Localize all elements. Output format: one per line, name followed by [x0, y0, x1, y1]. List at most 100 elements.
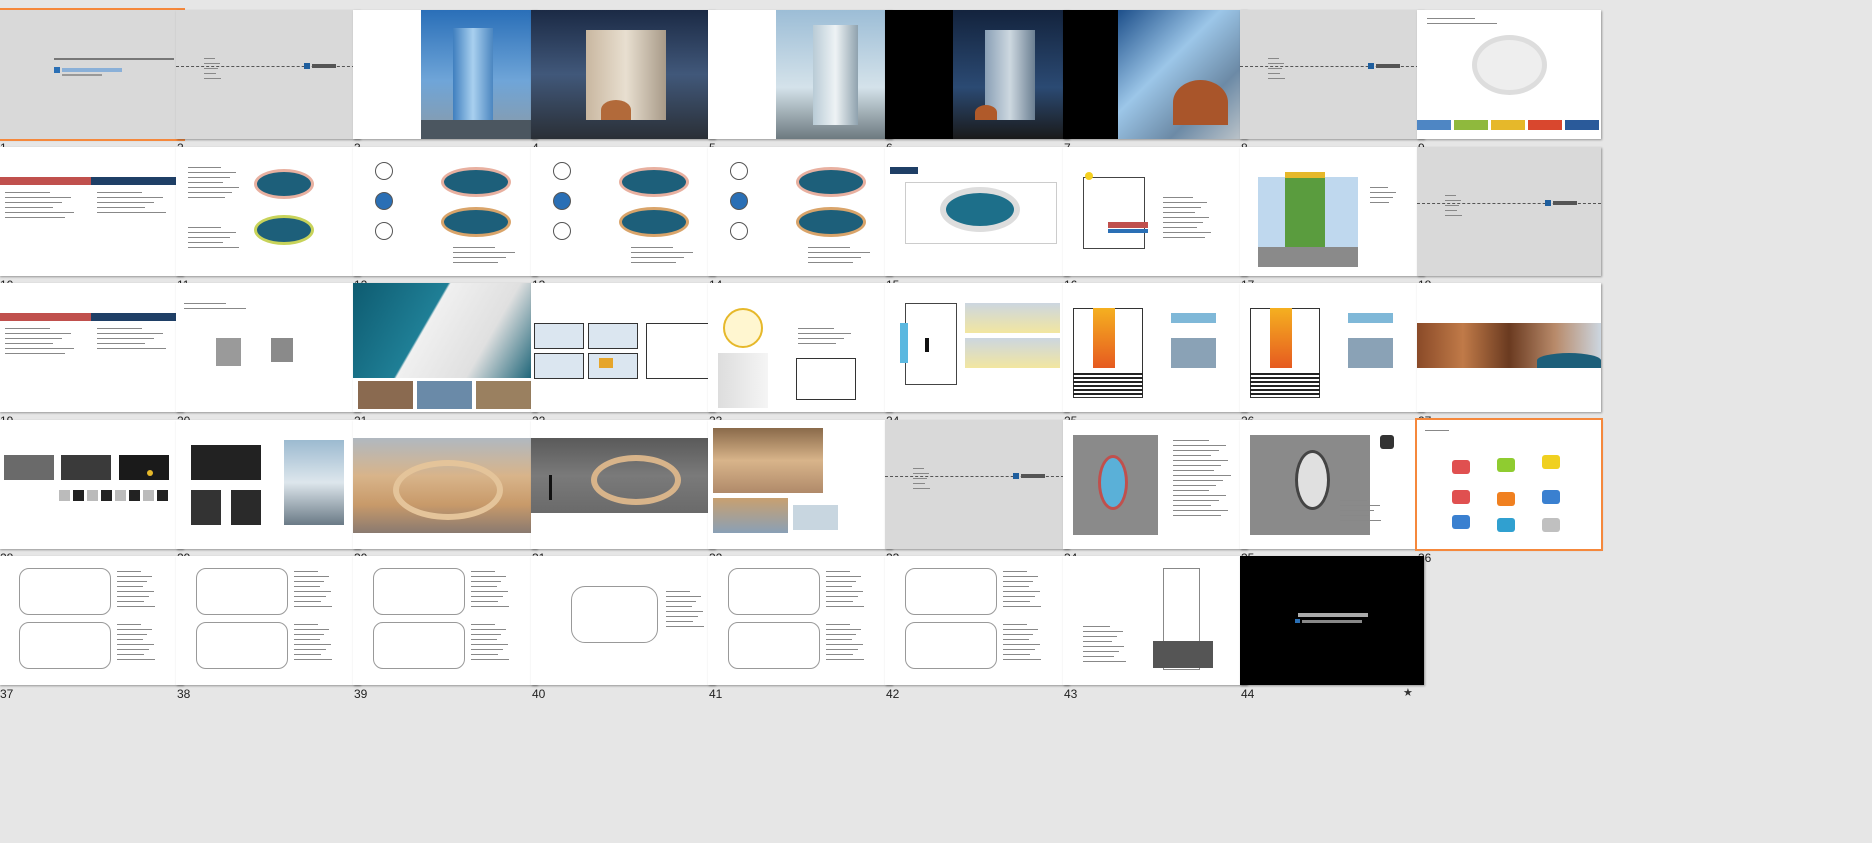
slide-preview[interactable] [531, 420, 715, 549]
slide-preview[interactable] [1240, 283, 1424, 412]
slide-preview[interactable] [1417, 283, 1601, 412]
thumb-graphic [1425, 430, 1449, 431]
slide-thumbnail-43[interactable]: 43 [1062, 546, 1262, 706]
slide-preview[interactable] [176, 420, 360, 549]
thumb-graphic [294, 586, 320, 587]
thumb-graphic [97, 197, 163, 198]
thumb-graphic [294, 571, 318, 572]
slide-preview[interactable] [708, 283, 892, 412]
slide-thumbnail-27[interactable]: 27 [1416, 273, 1616, 433]
thumb-graphic [1173, 475, 1231, 476]
slide-thumbnail-19[interactable]: 19 [0, 273, 198, 433]
slide-preview[interactable] [0, 420, 183, 549]
slide-thumbnail-42[interactable]: 42 [884, 546, 1084, 706]
slide-preview[interactable] [708, 420, 892, 549]
slide-thumbnail-2[interactable]: 2 [175, 0, 375, 160]
slide-preview[interactable] [1063, 420, 1247, 549]
thumb-graphic [143, 490, 154, 501]
slide-preview[interactable] [0, 556, 183, 685]
thumb-graphic [588, 323, 638, 349]
thumb-graphic [5, 217, 65, 218]
slide-thumbnail-3[interactable]: 3 [352, 0, 552, 160]
slide-preview[interactable] [885, 283, 1069, 412]
thumb-graphic [631, 257, 685, 258]
slide-thumbnail-9[interactable]: 9 [1416, 0, 1616, 160]
slide-thumbnail-41[interactable]: 41 [707, 546, 907, 706]
thumb-graphic [5, 207, 53, 208]
slide-preview[interactable] [1063, 283, 1247, 412]
thumb-graphic [1173, 480, 1224, 481]
slide-thumbnail-22[interactable]: 22 [530, 273, 730, 433]
thumb-graphic [666, 591, 690, 592]
slide-preview[interactable] [1240, 556, 1424, 685]
thumb-graphic [1497, 458, 1515, 472]
slide-thumbnail-36[interactable]: 36 [1415, 410, 1616, 570]
slide-preview[interactable] [1417, 147, 1601, 276]
slide-preview[interactable] [885, 556, 1069, 685]
thumb-graphic [62, 68, 122, 72]
slide-thumbnail-5[interactable]: 5 [707, 0, 907, 160]
slide-preview[interactable] [531, 556, 715, 685]
slide-thumbnail-1[interactable]: 1 [0, 0, 198, 160]
thumb-graphic [476, 381, 531, 409]
slide-thumbnail-44[interactable]: 44 ★ [1239, 546, 1439, 706]
slide-thumbnail-20[interactable]: 20 [175, 273, 375, 433]
slide-thumbnail-38[interactable]: 38 [175, 546, 375, 706]
slide-thumbnail-23[interactable]: 23 [707, 273, 907, 433]
slide-preview[interactable] [1415, 418, 1603, 551]
slide-thumbnail-21[interactable]: 21 [352, 273, 552, 433]
slide-preview[interactable] [176, 147, 360, 276]
slide-preview[interactable] [0, 8, 185, 141]
slide-thumbnail-40[interactable]: 40 [530, 546, 730, 706]
slide-preview[interactable] [708, 10, 892, 139]
thumb-graphic [1542, 490, 1560, 504]
slide-preview[interactable] [1063, 10, 1247, 139]
slide-preview[interactable] [1063, 556, 1247, 685]
slide-preview[interactable] [885, 10, 1069, 139]
slide-preview[interactable] [708, 147, 892, 276]
slide-preview[interactable] [176, 283, 360, 412]
thumb-graphic [1003, 586, 1029, 587]
slide-thumbnail-7[interactable]: 7 [1062, 0, 1262, 160]
slide-preview[interactable] [531, 10, 715, 139]
slide-preview[interactable] [1240, 147, 1424, 276]
slide-preview[interactable] [353, 420, 537, 549]
slide-thumbnail-39[interactable]: 39 [352, 546, 552, 706]
slide-preview[interactable] [531, 283, 715, 412]
star-icon[interactable]: ★ [1403, 686, 1413, 699]
slide-preview[interactable] [1063, 147, 1247, 276]
thumb-graphic [826, 581, 857, 582]
slide-preview[interactable] [1240, 10, 1424, 139]
slide-preview[interactable] [708, 556, 892, 685]
thumb-graphic [1163, 237, 1205, 238]
slide-preview[interactable] [885, 147, 1069, 276]
slide-preview[interactable] [353, 556, 537, 685]
slide-preview[interactable] [0, 147, 183, 276]
thumb-graphic [1302, 620, 1362, 623]
slide-preview[interactable] [353, 147, 537, 276]
slide-preview[interactable] [531, 147, 715, 276]
slide-preview[interactable] [176, 556, 360, 685]
thumb-graphic [913, 473, 929, 474]
slide-thumbnail-26[interactable]: 26 [1239, 273, 1439, 433]
slide-thumbnail-37[interactable]: 37 [0, 546, 198, 706]
slide-preview[interactable] [1417, 10, 1601, 139]
slide-preview[interactable] [885, 420, 1069, 549]
thumb-graphic [1073, 373, 1143, 375]
thumb-graphic [793, 505, 838, 530]
slide-thumbnail-8[interactable]: 8 [1239, 0, 1439, 160]
thumb-graphic [1295, 450, 1330, 510]
slide-thumbnail-6[interactable]: 6 [884, 0, 1084, 160]
slide-thumbnail-25[interactable]: 25 [1062, 273, 1262, 433]
slide-preview[interactable] [1240, 420, 1424, 549]
slide-preview[interactable] [353, 10, 537, 139]
slide-thumbnail-4[interactable]: 4 [530, 0, 730, 160]
thumb-graphic [631, 262, 676, 263]
slide-thumbnail-24[interactable]: 24 [884, 273, 1084, 433]
thumb-graphic [1108, 222, 1148, 228]
slide-preview[interactable] [353, 283, 537, 412]
slide-preview[interactable] [176, 10, 360, 139]
thumb-graphic [1173, 495, 1226, 496]
thumb-graphic [723, 308, 763, 348]
slide-preview[interactable] [0, 283, 183, 412]
